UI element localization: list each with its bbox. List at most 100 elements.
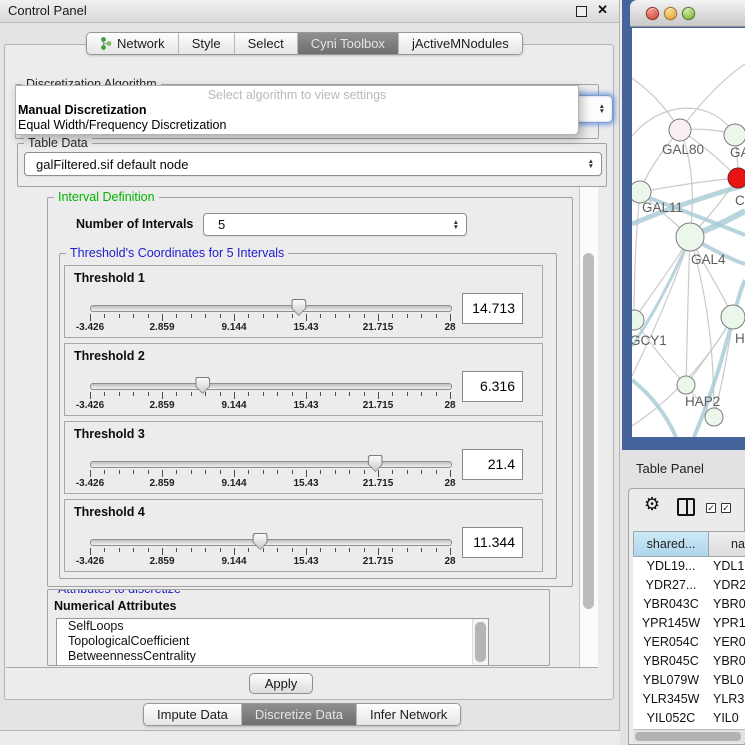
tab-jactivemnodules[interactable]: jActiveMNodules <box>399 33 522 54</box>
tick-label: 28 <box>444 478 455 489</box>
threshold-value-field[interactable]: 21.4 <box>462 449 523 480</box>
tick-label: 2.859 <box>149 322 174 333</box>
network-node-gcy1[interactable] <box>632 310 644 330</box>
table-horizontal-scrollbar-thumb[interactable] <box>635 732 741 741</box>
tab-select[interactable]: Select <box>235 33 298 54</box>
tab-network[interactable]: Network <box>87 33 179 54</box>
table-row[interactable]: YDL19...YDL1 <box>633 557 745 576</box>
network-edge[interactable] <box>634 237 690 320</box>
network-edge[interactable] <box>634 192 640 320</box>
network-node-ga[interactable] <box>724 124 745 146</box>
threshold-panel-4: Threshold 4-3.4262.8599.14415.4321.71528… <box>64 499 543 572</box>
algorithm-popup: Select algorithm to view settings Manual… <box>15 85 579 135</box>
cell-shared-name: YIL052C <box>633 709 709 728</box>
table-row[interactable]: YBR043CYBR0 <box>633 595 745 614</box>
zoom-traffic-light-icon[interactable] <box>682 7 695 20</box>
threshold-slider-track[interactable] <box>90 305 452 312</box>
tab-label: jActiveMNodules <box>412 36 509 51</box>
tick-label: 21.715 <box>363 478 394 489</box>
threshold-label: Threshold 3 <box>74 427 145 441</box>
table-panel: Table Panel ⚙ ✓ ✓ shared... name YDL19..… <box>620 450 745 745</box>
cell-name: YBR0 <box>713 595 745 614</box>
network-node-h[interactable] <box>721 305 745 329</box>
network-edge[interactable] <box>680 64 745 130</box>
tick-label: 15.43 <box>293 400 318 411</box>
table-row[interactable]: YBL079WYBL0 <box>633 671 745 690</box>
network-node-node[interactable] <box>705 408 723 426</box>
slider-ticks <box>90 548 450 556</box>
close-traffic-light-icon[interactable] <box>646 7 659 20</box>
network-canvas[interactable]: GAL80GACGAL11GAL4GCY1HHAP2 <box>632 28 745 437</box>
table-data-select[interactable]: galFiltered.sif default node ▲▼ <box>24 152 602 176</box>
algorithm-option-manual-discretization[interactable]: Manual Discretization <box>16 103 578 118</box>
tab-label: Infer Network <box>370 707 447 722</box>
network-edge-thick[interactable] <box>632 380 676 437</box>
node-label-c: C <box>735 193 745 208</box>
window-title: Control Panel <box>8 3 87 18</box>
table-row[interactable]: YPR145WYPR1 <box>633 614 745 633</box>
float-window-icon[interactable] <box>576 6 587 17</box>
slider-ticks <box>90 314 450 322</box>
close-icon[interactable]: ✕ <box>597 2 608 18</box>
cell-name: YDL1 <box>713 557 744 576</box>
tab-discretize-data[interactable]: Discretize Data <box>242 704 357 725</box>
network-window-titlebar <box>630 0 745 27</box>
attribute-item-topologicalcoefficient[interactable]: TopologicalCoefficient <box>57 634 488 649</box>
tick-label: 2.859 <box>149 400 174 411</box>
tick-label: 15.43 <box>293 556 318 567</box>
network-node-gal4[interactable] <box>676 223 704 251</box>
tab-infer-network[interactable]: Infer Network <box>357 704 460 725</box>
checkbox-icon[interactable]: ✓ <box>721 503 731 513</box>
tick-label: -3.426 <box>76 478 104 489</box>
panel-scrollbar[interactable] <box>579 187 598 667</box>
number-of-intervals-label: Number of Intervals <box>76 217 193 231</box>
attributes-list-scrollbar-thumb[interactable] <box>475 622 486 662</box>
threshold-slider-track[interactable] <box>90 539 452 546</box>
network-node-hap2[interactable] <box>677 376 695 394</box>
number-of-intervals-select[interactable]: 5 ▲▼ <box>203 213 467 236</box>
table-row[interactable]: YER054CYER0 <box>633 633 745 652</box>
threshold-value-field[interactable]: 14.713 <box>462 293 523 324</box>
minimize-traffic-light-icon[interactable] <box>664 7 677 20</box>
attributes-list-scrollbar[interactable] <box>472 619 488 666</box>
tab-label: Cyni Toolbox <box>311 36 385 51</box>
node-label-hap2: HAP2 <box>685 394 720 409</box>
attributes-group: Attributes to discretize Numerical Attri… <box>47 589 550 666</box>
tab-label: Style <box>192 36 221 51</box>
tab-cyni-toolbox[interactable]: Cyni Toolbox <box>298 33 399 54</box>
network-node-red-node[interactable] <box>728 168 745 188</box>
algorithm-option-equal-width-frequency-discretization[interactable]: Equal Width/Frequency Discretization <box>16 118 578 133</box>
tick-label: 9.144 <box>221 556 246 567</box>
table-row[interactable]: YBR045CYBR0 <box>633 652 745 671</box>
table-row[interactable]: YLR345WYLR3 <box>633 690 745 709</box>
apply-button[interactable]: Apply <box>249 673 313 694</box>
threshold-label: Threshold 1 <box>74 271 145 285</box>
cell-shared-name: YLR345W <box>633 690 709 709</box>
numerical-attributes-list[interactable]: SelfLoopsTopologicalCoefficientBetweenne… <box>56 618 489 666</box>
threshold-value-field[interactable]: 6.316 <box>462 371 523 402</box>
split-columns-icon[interactable] <box>677 498 695 516</box>
panel-scrollbar-thumb[interactable] <box>583 253 594 609</box>
combo-arrows-icon: ▲▼ <box>453 220 459 230</box>
gear-icon[interactable]: ⚙ <box>644 494 660 515</box>
column-header-shared-name[interactable]: shared... <box>633 531 709 557</box>
table-row[interactable]: YIL052CYIL0 <box>633 709 745 728</box>
attribute-item-selfloops[interactable]: SelfLoops <box>57 619 488 634</box>
threshold-value-field[interactable]: 11.344 <box>462 527 523 558</box>
tab-label: Network <box>117 36 165 51</box>
network-node-gal80[interactable] <box>669 119 691 141</box>
table-row[interactable]: YDR27...YDR2 <box>633 576 745 595</box>
cell-name: YLR3 <box>713 690 744 709</box>
column-header-name[interactable]: name <box>709 531 745 557</box>
bottom-tab-bar: Impute DataDiscretize Data Infer Network <box>143 703 461 726</box>
threshold-slider-track[interactable] <box>90 461 452 468</box>
table-horizontal-scrollbar[interactable] <box>633 729 745 743</box>
combo-arrows-icon: ▲▼ <box>588 159 594 169</box>
tab-style[interactable]: Style <box>179 33 235 54</box>
attribute-item-betweennesscentrality[interactable]: BetweennessCentrality <box>57 649 488 664</box>
tick-label: 28 <box>444 400 455 411</box>
network-edge[interactable] <box>686 237 690 385</box>
tab-impute-data[interactable]: Impute Data <box>144 704 242 725</box>
threshold-slider-track[interactable] <box>90 383 452 390</box>
checkbox-icon[interactable]: ✓ <box>706 503 716 513</box>
